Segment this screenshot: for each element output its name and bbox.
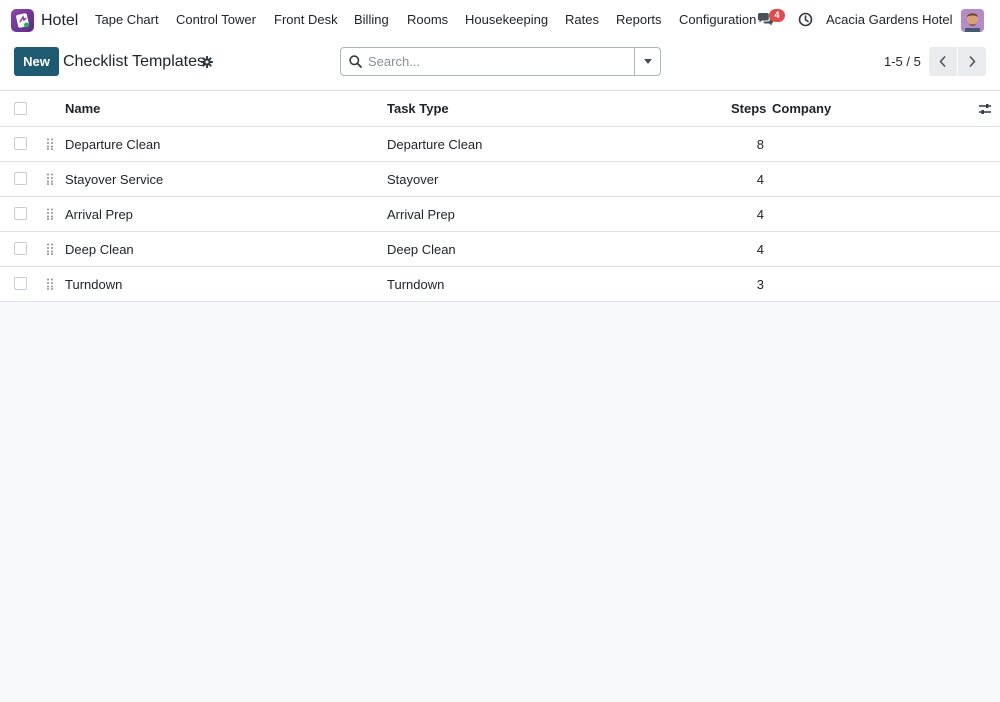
- activity-clock-icon[interactable]: [798, 12, 813, 30]
- pager-previous-button[interactable]: [929, 47, 957, 76]
- cell-task-type: Departure Clean: [387, 137, 483, 152]
- row-checkbox[interactable]: [14, 242, 27, 255]
- cell-task-type: Deep Clean: [387, 242, 456, 257]
- app-name: Hotel: [41, 12, 79, 29]
- cell-steps: 8: [756, 137, 764, 152]
- caret-down-icon: [644, 59, 652, 64]
- column-header-company[interactable]: Company: [772, 102, 831, 116]
- messages-count-badge: 4: [769, 9, 785, 22]
- column-header-task-type[interactable]: Task Type: [387, 102, 449, 116]
- chevron-right-icon: [969, 55, 976, 68]
- pager-value[interactable]: 1-5 / 5: [884, 54, 921, 70]
- cell-name: Stayover Service: [65, 172, 164, 187]
- cell-name: Arrival Prep: [65, 207, 133, 222]
- table-row[interactable]: Stayover Service Stayover 4: [0, 162, 1000, 197]
- optional-columns-icon[interactable]: [978, 103, 992, 118]
- pager-next-button[interactable]: [958, 47, 986, 76]
- hotel-app-icon: [11, 9, 34, 32]
- drag-handle-icon[interactable]: [47, 208, 53, 223]
- company-switcher[interactable]: Acacia Gardens Hotel: [826, 12, 952, 28]
- table-row[interactable]: Deep Clean Deep Clean 4: [0, 232, 1000, 267]
- row-checkbox[interactable]: [14, 207, 27, 220]
- menu-item-tape-chart[interactable]: Tape Chart: [95, 12, 159, 28]
- menu-item-housekeeping[interactable]: Housekeeping: [465, 12, 548, 28]
- menu-item-rates[interactable]: Rates: [565, 12, 599, 28]
- cell-steps: 4: [756, 172, 764, 187]
- menu-item-rooms[interactable]: Rooms: [407, 12, 448, 28]
- user-avatar[interactable]: [961, 9, 984, 32]
- cell-steps: 3: [756, 277, 764, 292]
- table-row[interactable]: Arrival Prep Arrival Prep 4: [0, 197, 1000, 232]
- column-header-name[interactable]: Name: [65, 102, 100, 116]
- gear-icon[interactable]: [201, 56, 213, 71]
- select-all-checkbox[interactable]: [14, 102, 27, 115]
- top-navbar: Hotel Tape Chart Control Tower Front Des…: [0, 0, 1000, 40]
- menu-item-reports[interactable]: Reports: [616, 12, 662, 28]
- drag-handle-icon[interactable]: [47, 173, 53, 188]
- cell-steps: 4: [756, 207, 764, 222]
- row-checkbox[interactable]: [14, 172, 27, 185]
- cell-task-type: Stayover: [387, 172, 439, 187]
- drag-handle-icon[interactable]: [47, 138, 53, 153]
- table-header: Name Task Type Steps Company: [0, 91, 1000, 127]
- cell-task-type: Turndown: [387, 277, 445, 292]
- column-header-steps[interactable]: Steps: [731, 102, 766, 116]
- row-checkbox[interactable]: [14, 277, 27, 290]
- search-input[interactable]: [368, 51, 628, 72]
- cell-name: Deep Clean: [65, 242, 134, 257]
- new-button[interactable]: New: [14, 47, 59, 76]
- chevron-left-icon: [939, 55, 946, 68]
- cell-steps: 4: [756, 242, 764, 257]
- cell-name: Departure Clean: [65, 137, 161, 152]
- menu-item-control-tower[interactable]: Control Tower: [176, 12, 256, 28]
- row-checkbox[interactable]: [14, 137, 27, 150]
- control-panel: New Checklist Templates 1-5 / 5: [0, 40, 1000, 91]
- search-options-toggle[interactable]: [634, 48, 660, 75]
- search-bar: [340, 47, 661, 76]
- cell-task-type: Arrival Prep: [387, 207, 455, 222]
- cell-name: Turndown: [65, 277, 123, 292]
- page-title: Checklist Templates: [63, 53, 205, 70]
- table-row[interactable]: Departure Clean Departure Clean 8: [0, 127, 1000, 162]
- app-brand[interactable]: Hotel: [11, 9, 78, 32]
- drag-handle-icon[interactable]: [47, 278, 53, 293]
- menu-item-configuration[interactable]: Configuration: [679, 12, 756, 28]
- search-icon: [349, 55, 362, 71]
- checklist-templates-table: Name Task Type Steps Company Departure C…: [0, 91, 1000, 302]
- menu-item-front-desk[interactable]: Front Desk: [274, 12, 338, 28]
- drag-handle-icon[interactable]: [47, 243, 53, 258]
- table-row[interactable]: Turndown Turndown 3: [0, 267, 1000, 302]
- menu-item-billing[interactable]: Billing: [354, 12, 389, 28]
